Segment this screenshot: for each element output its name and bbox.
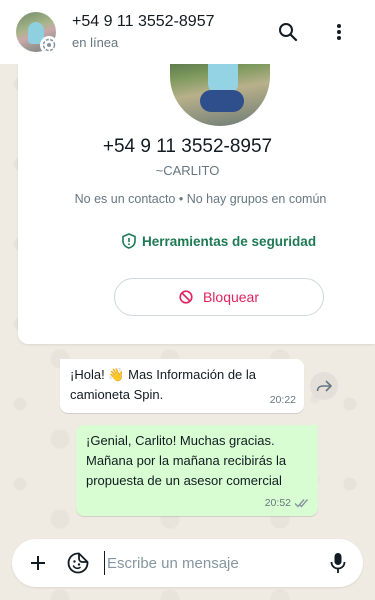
block-button[interactable]: Bloquear [114, 278, 324, 316]
mic-icon [330, 553, 346, 573]
message-input[interactable] [104, 551, 314, 575]
message-time: 20:52 [265, 493, 310, 513]
contact-photo-figure-base [200, 90, 244, 112]
contact-status: en línea [72, 35, 119, 50]
forward-button[interactable] [310, 372, 338, 400]
plus-icon [31, 556, 45, 570]
search-button[interactable] [272, 16, 304, 48]
menu-button[interactable] [323, 16, 355, 48]
forward-icon [316, 380, 332, 392]
contact-name[interactable]: +54 9 11 3552-8957 [72, 13, 215, 31]
message-outgoing[interactable]: ¡Genial, Carlito! Muchas gracias. Mañana… [76, 425, 318, 516]
mic-button[interactable] [326, 551, 350, 575]
message-time-text: 20:22 [269, 394, 296, 406]
safety-tools-link[interactable]: Herramientas de seguridad [122, 233, 316, 249]
contact-meta: No es un contacto • No hay grupos en com… [74, 192, 327, 206]
block-label: Bloquear [202, 289, 260, 305]
search-icon [279, 23, 298, 42]
waving-hand-emoji: 👋 [108, 367, 125, 382]
status-ring-icon [40, 36, 58, 54]
sticker-button[interactable] [66, 551, 90, 575]
message-text-start: ¡Hola! [70, 367, 105, 382]
message-incoming[interactable]: ¡Hola! 👋 Mas Información de la camioneta… [60, 359, 304, 413]
sticker-icon [67, 552, 89, 574]
shield-icon [122, 233, 136, 249]
message-text: ¡Genial, Carlito! Muchas gracias. Mañana… [86, 433, 287, 488]
contact-alias: ~CARLITO [155, 163, 220, 178]
safety-tools-label: Herramientas de seguridad [142, 233, 317, 249]
chat-header[interactable]: +54 9 11 3552-8957 en línea [0, 0, 375, 64]
contact-info-card: +54 9 11 3552-8957 ~CARLITO No es un con… [18, 40, 375, 344]
menu-dots-icon [337, 24, 341, 40]
contact-phone: +54 9 11 3552-8957 [102, 136, 273, 157]
block-icon [179, 290, 193, 304]
message-time: 20:22 [270, 390, 296, 410]
message-time-text: 20:52 [264, 497, 291, 509]
attach-button[interactable] [26, 551, 50, 575]
double-check-icon [294, 499, 309, 508]
message-composer [12, 539, 363, 587]
